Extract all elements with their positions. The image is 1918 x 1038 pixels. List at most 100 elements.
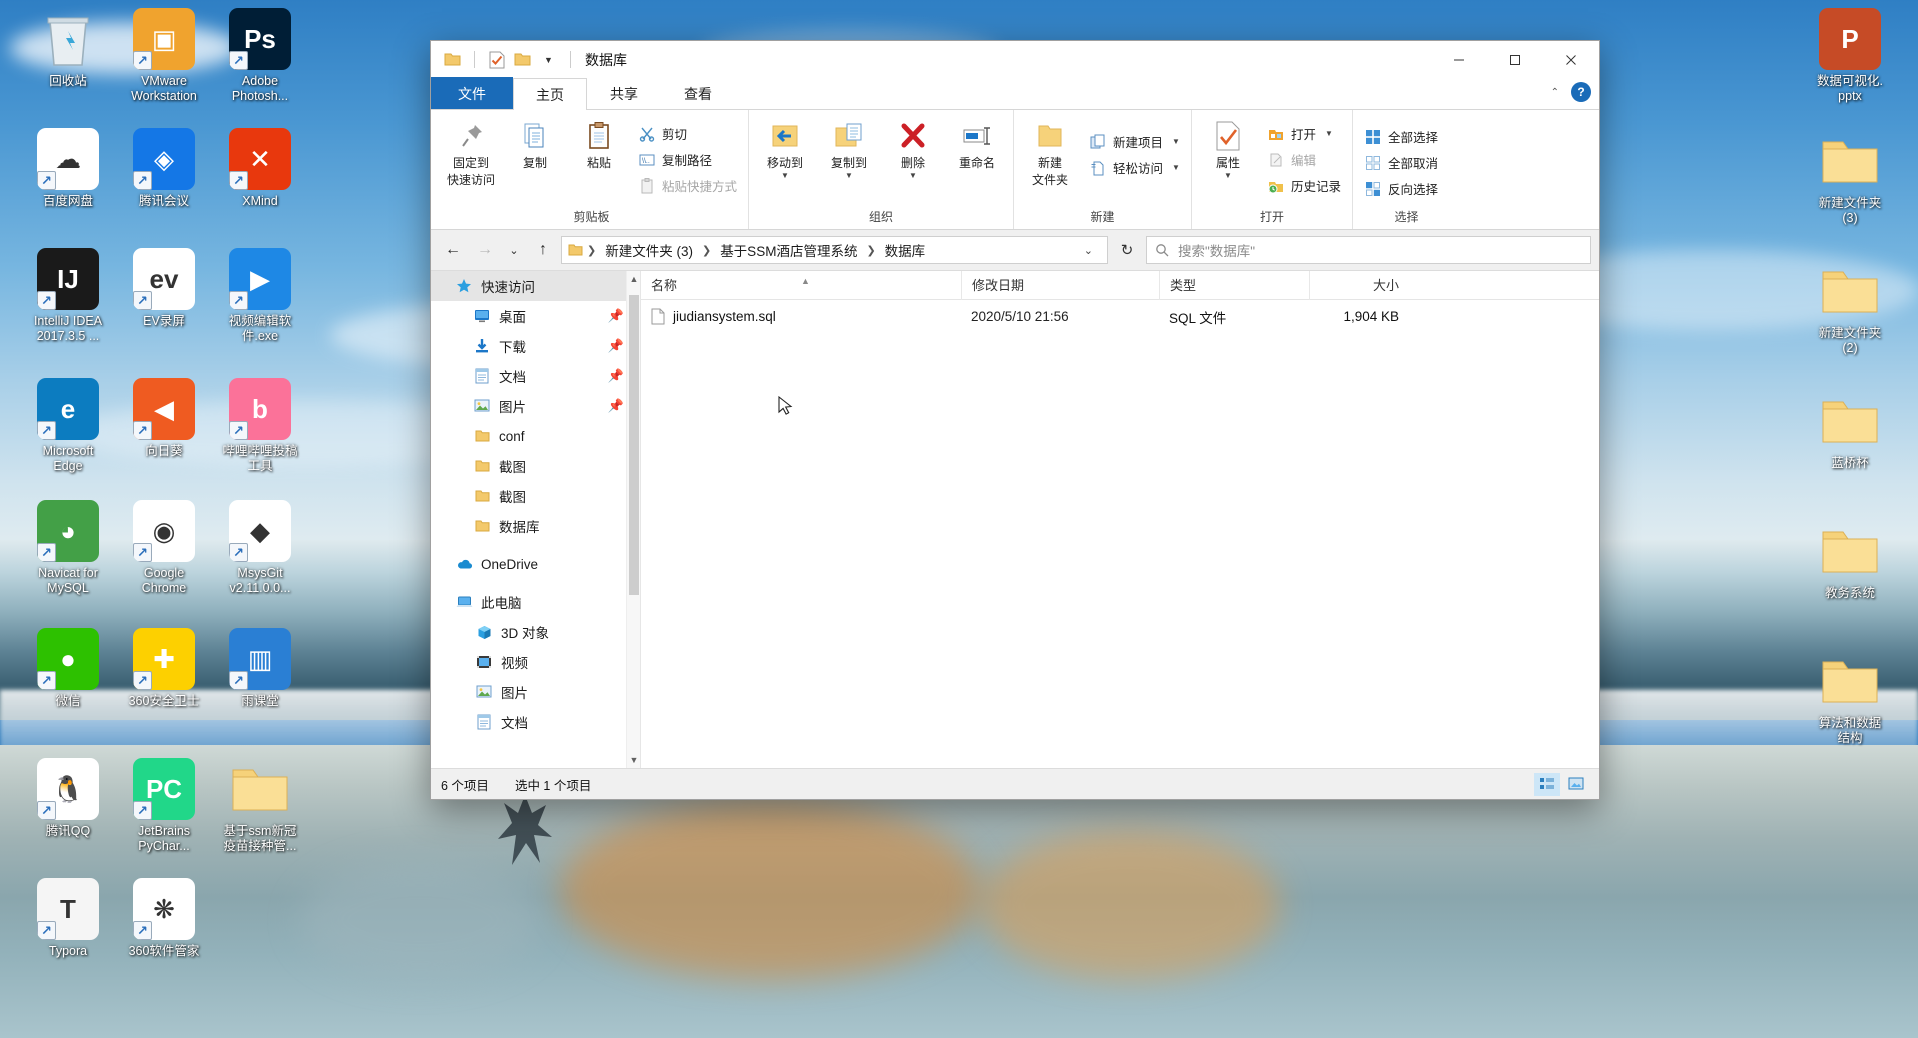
- rename-button[interactable]: 重命名: [946, 116, 1008, 200]
- delete-button[interactable]: 删除 ▼: [882, 116, 944, 200]
- copy-button[interactable]: 复制: [504, 116, 566, 200]
- sidebar-item-pictures-pc[interactable]: 图片: [431, 677, 640, 707]
- properties-button[interactable]: 属性 ▼: [1197, 116, 1259, 200]
- pin-to-quick-access-button[interactable]: 固定到 快速访问: [440, 116, 502, 200]
- copy-to-button[interactable]: 复制到 ▼: [818, 116, 880, 200]
- chevron-down-icon[interactable]: ▼: [1224, 172, 1232, 180]
- sidebar-item-database[interactable]: 数据库: [431, 511, 640, 541]
- folder-icon[interactable]: [443, 50, 462, 69]
- up-button[interactable]: ↑: [529, 236, 557, 264]
- chevron-down-icon[interactable]: ▼: [1172, 163, 1180, 171]
- select-all-button[interactable]: 全部选择: [1358, 124, 1444, 149]
- new-item-button[interactable]: 新建项目 ▼: [1083, 129, 1186, 154]
- navigation-scrollbar[interactable]: ▲ ▼: [626, 271, 640, 768]
- desktop-icon-数据可视化.pp[interactable]: P 数据可视化. pptx: [1790, 8, 1910, 104]
- edit-button[interactable]: 编辑: [1261, 147, 1347, 172]
- history-button[interactable]: 历史记录: [1261, 173, 1347, 198]
- sidebar-item-quick-access[interactable]: 快速访问: [431, 271, 640, 301]
- large-icons-view-icon[interactable]: [1563, 773, 1589, 796]
- sidebar-item-onedrive[interactable]: OneDrive: [431, 549, 640, 579]
- forward-button[interactable]: →: [471, 236, 499, 264]
- sidebar-item-pictures[interactable]: 图片 📌: [431, 391, 640, 421]
- sidebar-item-documents-pc[interactable]: 文档: [431, 707, 640, 737]
- paste-button[interactable]: 粘贴: [568, 116, 630, 200]
- minimize-button[interactable]: [1431, 41, 1487, 78]
- maximize-button[interactable]: [1487, 41, 1543, 78]
- search-box[interactable]: 搜索"数据库": [1146, 236, 1591, 264]
- chevron-down-icon[interactable]: ▼: [781, 172, 789, 180]
- paste-shortcut-button[interactable]: 粘贴快捷方式: [632, 173, 743, 198]
- sidebar-item-screenshot-2[interactable]: 截图: [431, 481, 640, 511]
- column-header-name[interactable]: ▲ 名称: [641, 271, 961, 300]
- sidebar-item-documents[interactable]: 文档 📌: [431, 361, 640, 391]
- easy-access-button[interactable]: 轻松访问 ▼: [1083, 155, 1186, 180]
- group-label-clipboard: 剪贴板: [573, 210, 610, 224]
- column-header-type[interactable]: 类型: [1159, 271, 1309, 300]
- pin-icon[interactable]: 📌: [608, 338, 624, 354]
- new-folder-icon[interactable]: [513, 50, 532, 69]
- invert-selection-button[interactable]: 反向选择: [1358, 176, 1444, 201]
- desktop-icon-bilibili[interactable]: b ↗ 哔哩哔哩投稿 工具: [200, 378, 320, 474]
- refresh-button[interactable]: ↻: [1112, 236, 1142, 264]
- details-view-icon[interactable]: [1534, 772, 1560, 796]
- chevron-down-icon[interactable]: ▼: [909, 172, 917, 180]
- new-folder-button[interactable]: 新建 文件夹: [1019, 116, 1081, 200]
- sidebar-item-desktop[interactable]: 桌面 📌: [431, 301, 640, 331]
- scroll-down-arrow[interactable]: ▼: [627, 752, 640, 768]
- desktop-icon-rain-classroom[interactable]: ▥ ↗ 雨课堂: [200, 628, 320, 709]
- cut-button[interactable]: 剪切: [632, 121, 743, 146]
- svg-text:\\..: \\..: [642, 158, 650, 165]
- properties-check-icon[interactable]: [487, 50, 506, 69]
- desktop-icon-教务系统[interactable]: 教务系统: [1790, 520, 1910, 601]
- column-header-size[interactable]: 大小: [1309, 271, 1419, 300]
- sidebar-item-3d-objects[interactable]: 3D 对象: [431, 617, 640, 647]
- chevron-up-icon[interactable]: ⌃: [1551, 87, 1559, 98]
- table-row[interactable]: jiudiansystem.sql 2020/5/10 21:56 SQL 文件…: [641, 300, 1599, 333]
- help-icon[interactable]: ?: [1571, 82, 1591, 102]
- chevron-down-icon[interactable]: ▼: [845, 172, 853, 180]
- desktop-icon-xmind[interactable]: ✕ ↗ XMind: [200, 128, 320, 209]
- desktop-icon-folder[interactable]: 基于ssm新冠 疫苗接种管...: [200, 758, 320, 854]
- close-button[interactable]: [1543, 41, 1599, 78]
- tab-home[interactable]: 主页: [513, 78, 587, 110]
- pin-icon[interactable]: 📌: [608, 398, 624, 414]
- desktop-icon-360-software[interactable]: ❋ ↗ 360软件管家: [104, 878, 224, 959]
- chevron-down-icon[interactable]: ▼: [1172, 137, 1180, 145]
- desktop-icon-新建文件夹(2)[interactable]: 新建文件夹 (2): [1790, 260, 1910, 356]
- open-button[interactable]: 打开 ▼: [1261, 121, 1347, 146]
- sunset-reflection: [980, 830, 1280, 980]
- desktop-icon-新建文件夹(3)[interactable]: 新建文件夹 (3): [1790, 130, 1910, 226]
- sidebar-item-this-pc[interactable]: 此电脑: [431, 587, 640, 617]
- breadcrumb-item-0[interactable]: 新建文件夹 (3): [600, 238, 698, 262]
- scroll-up-arrow[interactable]: ▲: [627, 271, 640, 287]
- chevron-down-icon[interactable]: ▼: [539, 50, 558, 69]
- desktop-icon-video-editor[interactable]: ▶ ↗ 视频编辑软 件.exe: [200, 248, 320, 344]
- desktop-icon-photoshop[interactable]: Ps ↗ Adobe Photosh...: [200, 8, 320, 104]
- tab-share[interactable]: 共享: [587, 77, 661, 109]
- scrollbar-thumb[interactable]: [629, 295, 639, 595]
- copy-path-button[interactable]: \\.. 复制路径: [632, 147, 743, 172]
- breadcrumb-item-1[interactable]: 基于SSM酒店管理系统: [715, 238, 862, 262]
- tab-file[interactable]: 文件: [431, 77, 513, 109]
- desktop-icon-算法和数据结构[interactable]: 算法和数据 结构: [1790, 650, 1910, 746]
- sidebar-item-downloads[interactable]: 下载 📌: [431, 331, 640, 361]
- button-label: 全部取消: [1387, 157, 1438, 171]
- desktop-icon-msysgit[interactable]: ◆ ↗ MsysGit v2.11.0.0...: [200, 500, 320, 596]
- back-button[interactable]: ←: [439, 236, 467, 264]
- tab-view[interactable]: 查看: [661, 77, 735, 109]
- sidebar-item-videos[interactable]: 视频: [431, 647, 640, 677]
- move-to-button[interactable]: 移动到 ▼: [754, 116, 816, 200]
- desktop-icon-蓝桥杯[interactable]: 蓝桥杯: [1790, 390, 1910, 471]
- pin-icon[interactable]: 📌: [608, 368, 624, 384]
- recent-locations-button[interactable]: ⌄: [503, 236, 525, 264]
- pin-icon[interactable]: 📌: [608, 308, 624, 324]
- chevron-down-icon[interactable]: ⌄: [1076, 244, 1101, 257]
- sidebar-item-screenshot-1[interactable]: 截图: [431, 451, 640, 481]
- select-none-button[interactable]: 全部取消: [1358, 150, 1444, 175]
- chevron-down-icon[interactable]: ▼: [1325, 129, 1333, 137]
- address-bar[interactable]: ❯ 新建文件夹 (3) ❯ 基于SSM酒店管理系统 ❯ 数据库 ⌄: [561, 236, 1108, 264]
- shortcut-arrow-icon: ↗: [37, 291, 56, 310]
- column-header-date[interactable]: 修改日期: [961, 271, 1159, 300]
- breadcrumb-item-2[interactable]: 数据库: [880, 238, 931, 262]
- sidebar-item-conf[interactable]: conf: [431, 421, 640, 451]
